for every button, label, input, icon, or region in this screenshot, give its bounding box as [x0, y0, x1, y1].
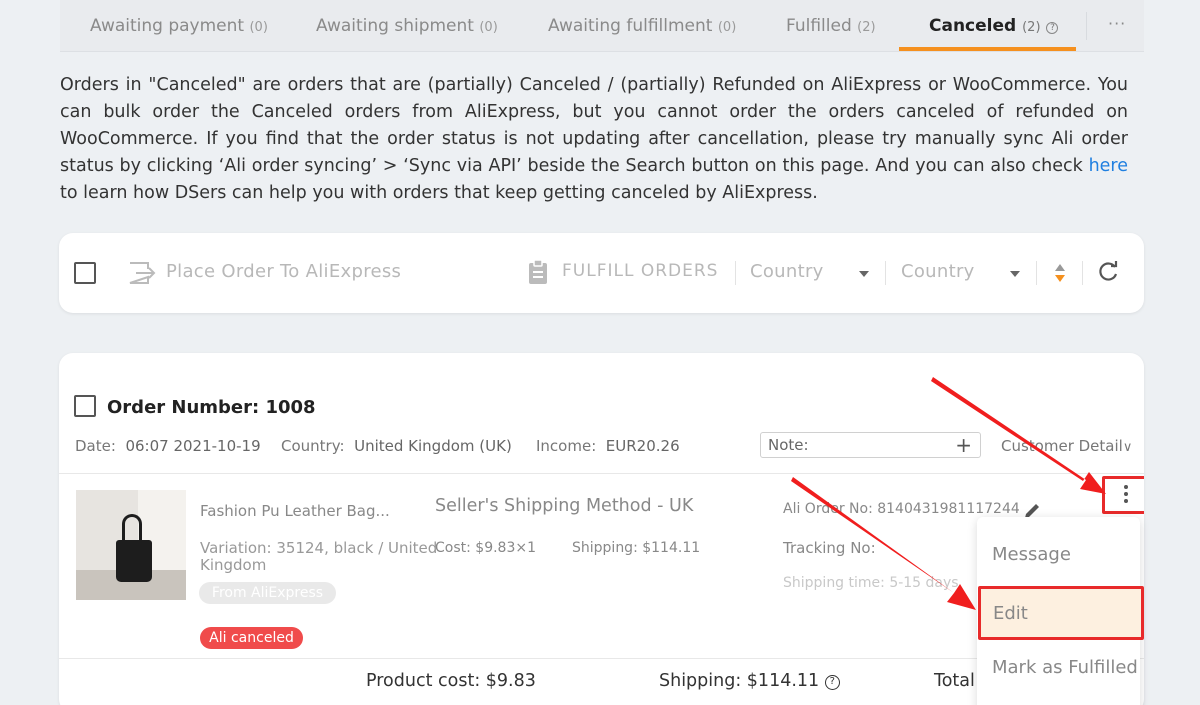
tab-count: (0)	[479, 20, 498, 35]
place-order-button[interactable]: Place Order To AliExpress	[166, 261, 401, 282]
tab-count: (2)	[857, 20, 876, 35]
tab-count: (0)	[249, 20, 268, 35]
source-badge: From AliExpress	[199, 582, 336, 604]
select-all-checkbox[interactable]	[74, 262, 96, 284]
country-select-1[interactable]: Country	[750, 261, 824, 282]
tab-count: (0)	[717, 20, 737, 35]
here-link[interactable]: here	[1089, 156, 1128, 176]
status-tabs: Awaiting payment (0) Awaiting shipment (…	[60, 0, 1144, 52]
date-label: Date:	[75, 437, 116, 455]
product-cost: Cost: $9.83×1	[435, 540, 537, 556]
order-number: Order Number: 1008	[107, 397, 316, 418]
country-label: Country:	[281, 437, 345, 455]
menu-item-mark-fulfilled[interactable]: Mark as Fulfilled	[977, 640, 1140, 696]
income-label: Income:	[536, 437, 597, 455]
shipping-total: Shipping: $114.11 ?	[659, 671, 840, 691]
date-value: 06:07 2021-10-19	[125, 437, 261, 455]
product-shipping: Shipping: $114.11	[572, 540, 701, 556]
active-tab-indicator	[899, 47, 1076, 51]
tracking-number: Tracking No:	[783, 539, 876, 557]
country-select-2[interactable]: Country	[901, 261, 975, 282]
help-icon[interactable]: ?	[824, 675, 840, 690]
chevron-down-icon[interactable]	[1010, 271, 1020, 277]
divider	[59, 473, 1144, 474]
order-toolbar: Place Order To AliExpress FULFILL ORDERS…	[59, 233, 1144, 313]
total-label: Total	[934, 671, 975, 691]
shipping-time: Shipping time: 5-15 days	[783, 575, 959, 591]
product-name[interactable]: Fashion Pu Leather Bag...	[200, 502, 390, 520]
help-icon[interactable]: ?	[1046, 22, 1059, 34]
tab-fulfilled[interactable]: Fulfilled (2)	[786, 0, 876, 52]
fulfill-orders-button[interactable]: FULFILL ORDERS	[562, 261, 718, 281]
product-variation-line2: Kingdom	[200, 556, 267, 574]
clipboard-icon	[529, 259, 547, 284]
order-checkbox[interactable]	[74, 395, 96, 417]
tab-count: (2)	[1022, 20, 1041, 35]
toolbar-divider	[735, 261, 736, 285]
tab-label: Canceled	[929, 16, 1017, 36]
shipping-total-text: Shipping: $114.11	[659, 671, 820, 691]
order-date: Date: 06:07 2021-10-19	[75, 437, 261, 455]
status-badge: Ali canceled	[200, 627, 303, 649]
toolbar-divider	[1082, 261, 1083, 285]
customer-detail-toggle[interactable]: Customer Detail∨	[1001, 437, 1132, 455]
canceled-info-text: Orders in "Canceled" are orders that are…	[60, 72, 1128, 207]
ali-order-number: Ali Order No: 8140431981117244	[783, 501, 1020, 517]
tab-label: Awaiting shipment	[316, 16, 474, 36]
tab-awaiting-shipment[interactable]: Awaiting shipment (0)	[316, 0, 498, 52]
order-country: Country: United Kingdom (UK)	[281, 437, 512, 455]
tab-label: Awaiting payment	[90, 16, 245, 36]
tab-awaiting-fulfillment[interactable]: Awaiting fulfillment (0)	[548, 0, 736, 52]
info-text-part2: to learn how DSers can help you with ord…	[60, 183, 818, 203]
toolbar-divider	[1036, 261, 1037, 285]
chevron-down-icon[interactable]	[859, 271, 869, 277]
shipping-method-select[interactable]: Seller's Shipping Method - UK	[435, 496, 693, 516]
menu-item-message[interactable]: Message	[977, 527, 1140, 583]
ellipsis-icon[interactable]: ···	[1108, 14, 1126, 33]
note-placeholder: Note:	[768, 436, 809, 454]
customer-detail-label: Customer Detail	[1001, 437, 1123, 455]
place-order-icon	[129, 262, 156, 284]
kebab-icon	[1124, 485, 1128, 489]
more-actions-button[interactable]	[1102, 476, 1144, 514]
note-input[interactable]: Note: +	[760, 432, 981, 458]
more-actions-menu: Message Edit Mark as Fulfilled	[977, 517, 1144, 705]
info-text-part1: Orders in "Canceled" are orders that are…	[60, 75, 1128, 176]
tab-awaiting-payment[interactable]: Awaiting payment (0)	[90, 0, 268, 52]
product-cost-total: Product cost: $9.83	[366, 671, 536, 691]
refresh-icon[interactable]	[1097, 261, 1119, 283]
tab-label: Awaiting fulfillment	[548, 16, 713, 36]
country-value: United Kingdom (UK)	[354, 437, 512, 455]
tab-canceled[interactable]: Canceled (2) ?	[929, 0, 1059, 52]
menu-item-edit[interactable]: Edit	[978, 586, 1144, 640]
chevron-down-icon: ∨	[1122, 440, 1133, 455]
product-variation-line1: Variation: 35124, black / United	[200, 539, 438, 557]
order-income: Income: EUR20.26	[536, 437, 680, 455]
toolbar-divider	[885, 261, 886, 285]
add-icon[interactable]: +	[955, 433, 972, 457]
tab-divider	[1086, 12, 1087, 40]
sort-icon[interactable]	[1054, 262, 1066, 284]
product-image[interactable]	[76, 490, 186, 600]
income-value: EUR20.26	[605, 437, 680, 455]
tab-label: Fulfilled	[786, 16, 852, 36]
